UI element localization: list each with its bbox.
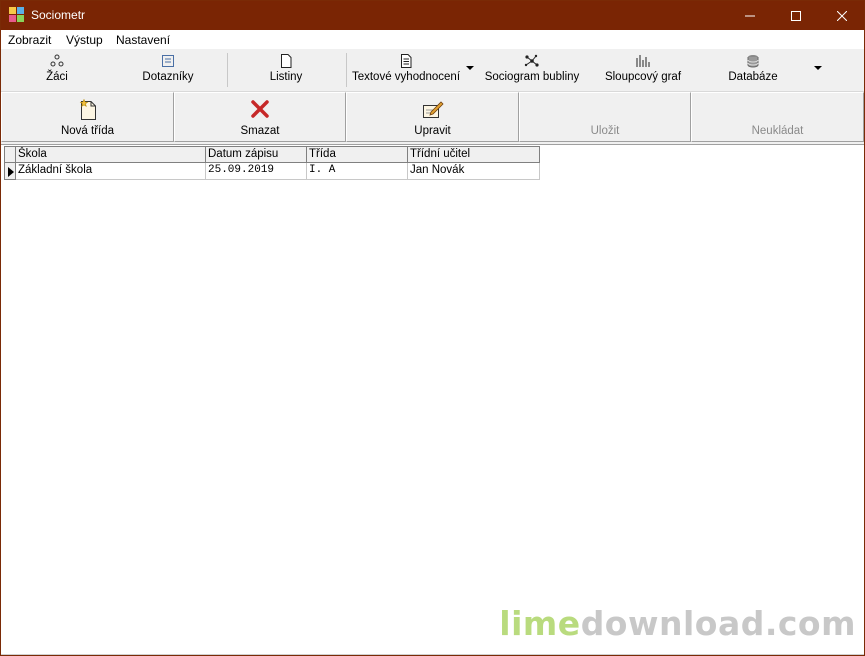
table-row[interactable]: Základní škola 25.09.2019 I. A Jan Novák [5, 163, 540, 180]
toolbar-sociogram-button[interactable]: Sociogram bubliny [484, 49, 580, 91]
new-class-label: Nová třída [60, 125, 115, 137]
grid-corner-cell [5, 146, 16, 163]
window-title: Sociometr [31, 8, 86, 22]
toolbar-sloupcovy-label: Sloupcový graf [604, 71, 682, 83]
toolbar-separator [346, 53, 347, 87]
maximize-icon [791, 10, 801, 21]
toolbar-dotazniky-button[interactable]: Dotazníky [127, 49, 209, 91]
menu-zobrazit[interactable]: Zobrazit [8, 33, 51, 47]
toolbar-textove-button[interactable]: Textové vyhodnocení [351, 49, 461, 91]
classes-grid: Škola Datum zápisu Třída Třídní učitel Z… [4, 146, 540, 180]
toolbar-sloupcovy-button[interactable]: Sloupcový graf [601, 49, 685, 91]
watermark-rest: download.com [580, 604, 856, 643]
toolbar-zaci-button[interactable]: Žáci [21, 49, 93, 91]
action-toolbar: Nová třída Smazat Upravit Uložit Neuklád… [1, 92, 864, 144]
save-button[interactable]: Uložit [519, 92, 691, 142]
text-report-icon [400, 54, 412, 71]
toolbar-listiny-label: Listiny [269, 71, 303, 83]
delete-x-icon [250, 99, 270, 122]
new-document-icon [78, 98, 98, 124]
edit-pencil-icon [422, 99, 444, 122]
toolbar-textove-label: Textové vyhodnocení [351, 71, 461, 83]
edit-button[interactable]: Upravit [346, 92, 519, 142]
cell-ucitel[interactable]: Jan Novák [408, 163, 540, 180]
minimize-button[interactable] [727, 1, 773, 30]
questionnaire-icon [161, 54, 175, 71]
content-divider [1, 144, 864, 145]
app-logo-icon [9, 7, 25, 23]
menu-vystup[interactable]: Výstup [66, 33, 103, 47]
cell-trida[interactable]: I. A [307, 163, 408, 180]
toolbar-zaci-label: Žáci [46, 71, 68, 83]
minimize-icon [745, 15, 755, 16]
current-row-arrow-icon [8, 167, 14, 177]
menu-nastaveni[interactable]: Nastavení [116, 33, 170, 47]
toolbar-overflow-arrow-icon[interactable] [814, 66, 822, 70]
toolbar-dotazniky-label: Dotazníky [142, 71, 194, 83]
maximize-button[interactable] [773, 1, 819, 30]
delete-label: Smazat [240, 125, 280, 137]
discard-label: Neukládat [751, 125, 804, 137]
delete-button[interactable]: Smazat [174, 92, 346, 142]
main-toolbar: Žáci Dotazníky Listiny Textové vyhodnoce… [1, 49, 864, 92]
row-indicator[interactable] [5, 163, 16, 180]
save-label: Uložit [590, 125, 620, 137]
window-bottom-border [1, 654, 864, 655]
toolbar-databaze-label: Databáze [728, 71, 778, 83]
app-window: Sociometr Zobrazit Výstup Nastavení Žáci… [0, 0, 865, 656]
document-icon [280, 54, 292, 71]
students-icon [50, 54, 64, 71]
toolbar-listiny-button[interactable]: Listiny [246, 49, 326, 91]
discard-button[interactable]: Neukládat [691, 92, 864, 142]
bar-chart-icon [635, 54, 651, 71]
toolbar-separator [227, 53, 228, 87]
cell-skola[interactable]: Základní škola [16, 163, 206, 180]
textove-dropdown-arrow-icon[interactable] [466, 66, 474, 70]
column-header-trida[interactable]: Třída [307, 146, 408, 163]
cell-datum[interactable]: 25.09.2019 [206, 163, 307, 180]
sociogram-icon [524, 54, 540, 71]
column-header-ucitel[interactable]: Třídní učitel [408, 146, 540, 163]
column-header-datum[interactable]: Datum zápisu [206, 146, 307, 163]
close-button[interactable] [819, 1, 864, 30]
toolbar-databaze-button[interactable]: Databáze [717, 49, 789, 91]
title-bar[interactable]: Sociometr [1, 1, 864, 30]
watermark: limedownload.com [499, 604, 856, 643]
column-header-skola[interactable]: Škola [16, 146, 206, 163]
grid-header-row: Škola Datum zápisu Třída Třídní učitel [5, 146, 540, 163]
close-icon [837, 10, 847, 21]
watermark-lime: lime [499, 604, 581, 643]
database-icon [747, 54, 759, 71]
toolbar-sociogram-label: Sociogram bubliny [484, 71, 580, 83]
new-class-button[interactable]: Nová třída [1, 92, 174, 142]
edit-label: Upravit [414, 125, 451, 137]
menu-bar: Zobrazit Výstup Nastavení [1, 30, 864, 49]
